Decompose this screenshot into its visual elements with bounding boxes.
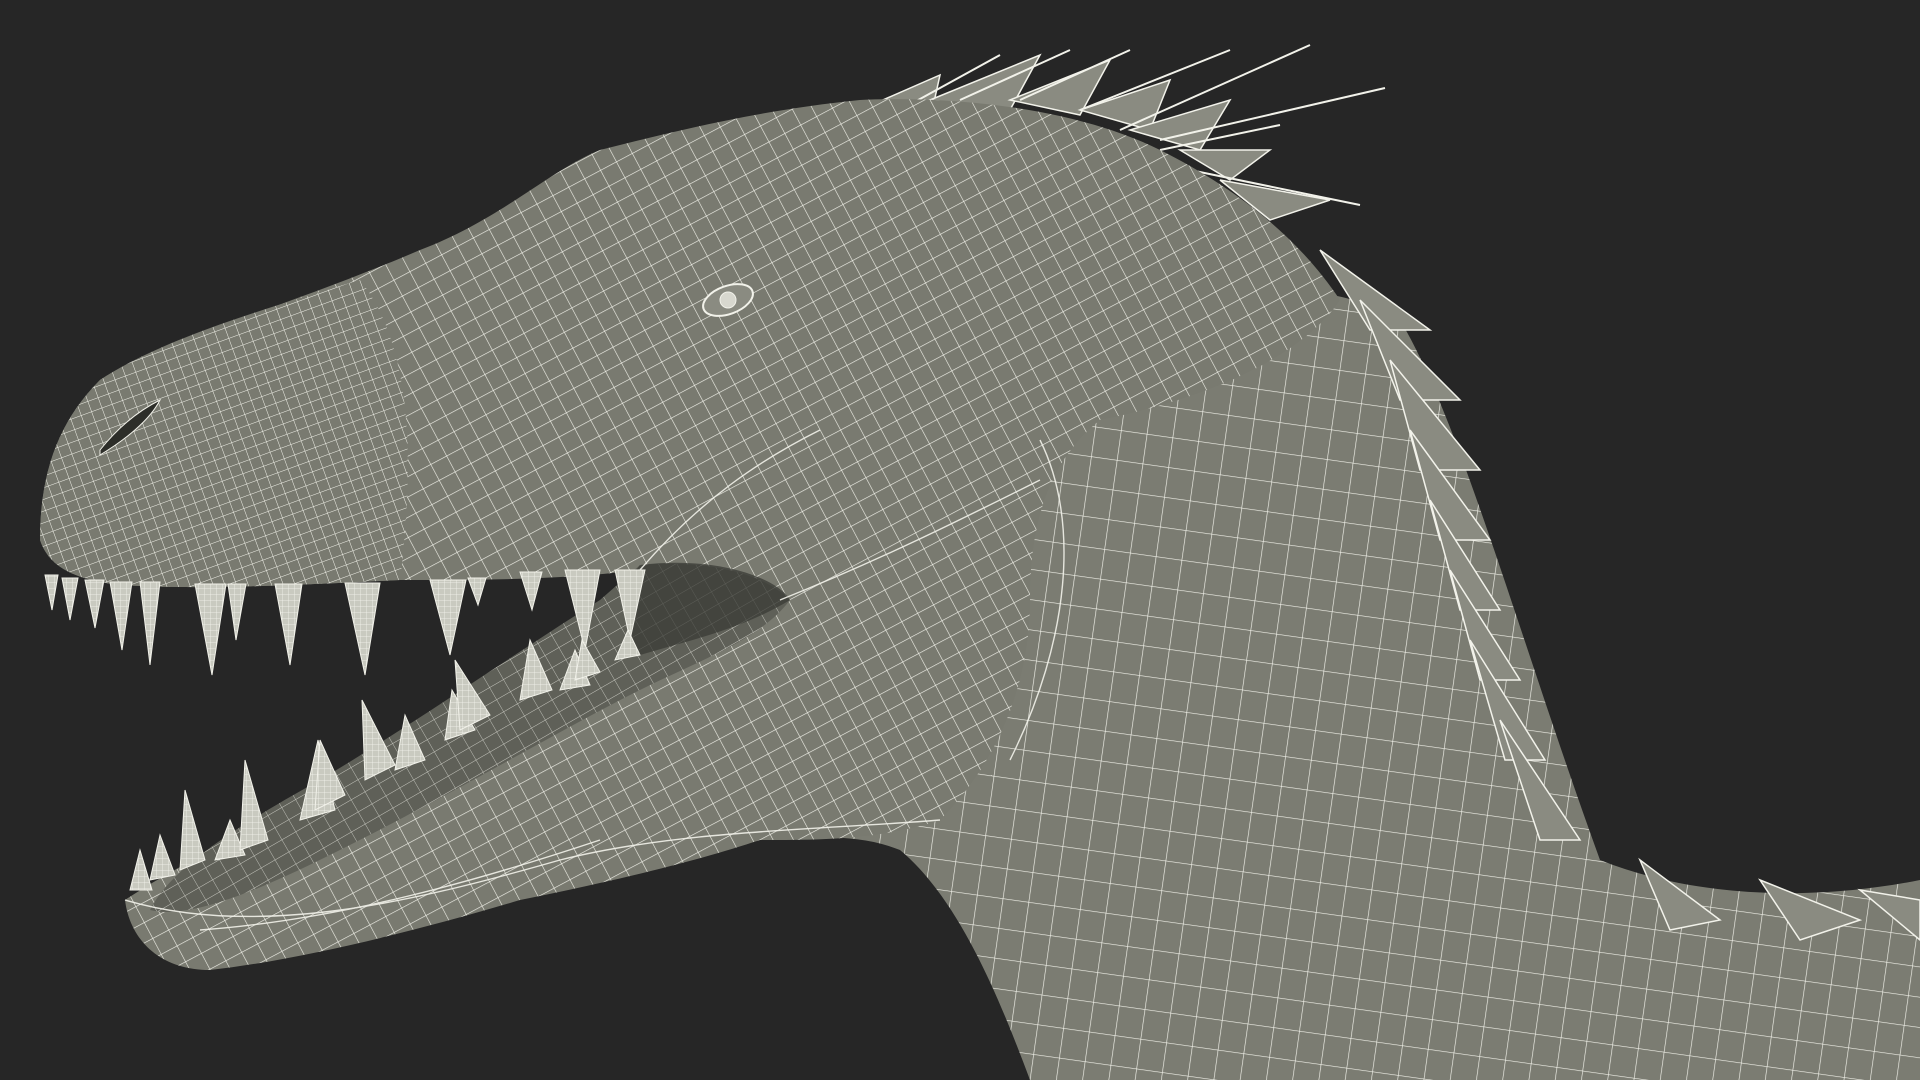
snout-mesh: [40, 280, 408, 588]
dinosaur-wireframe-render: [40, 44, 1920, 1080]
